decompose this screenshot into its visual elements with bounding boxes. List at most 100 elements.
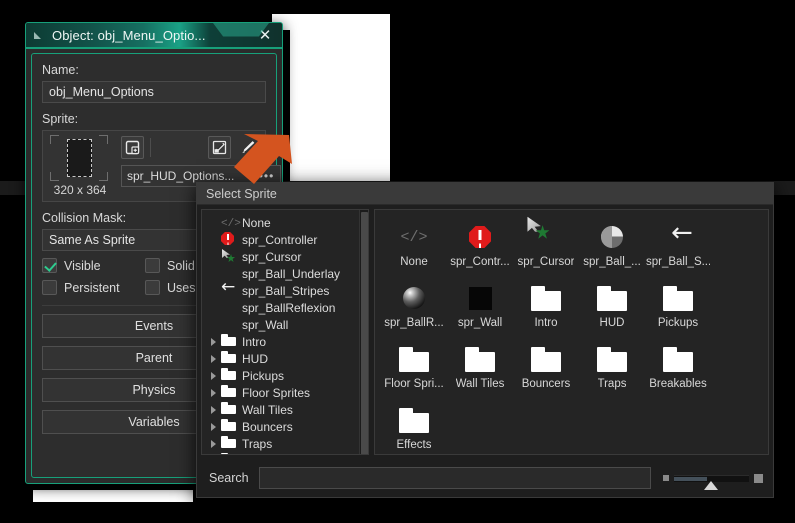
black-square-icon <box>468 286 492 310</box>
object-name-input[interactable]: obj_Menu_Options <box>42 81 266 103</box>
grid-item[interactable]: Pickups <box>645 279 711 340</box>
checkbox-persistent[interactable]: Persistent <box>42 280 145 295</box>
zoom-slider[interactable] <box>663 467 763 490</box>
edit-sprite-icon[interactable] <box>208 136 231 159</box>
zoom-slider-knob[interactable] <box>704 480 718 490</box>
name-field-label: Name: <box>42 63 79 77</box>
folder-icon <box>531 346 561 372</box>
tree-item-icon-slot <box>221 283 237 298</box>
chevron-right-icon[interactable] <box>208 367 221 384</box>
grid-item[interactable]: spr_BallR... <box>381 279 447 340</box>
grid-item-label: Floor Spri... <box>384 378 444 390</box>
tree-item-label: Traps <box>242 436 273 451</box>
folder-icon <box>399 407 429 433</box>
grid-item-label: Breakables <box>649 378 707 390</box>
grid-item-label: Bouncers <box>521 378 571 390</box>
tree-item[interactable]: Intro <box>202 333 368 350</box>
tree-item[interactable]: Breakables <box>202 452 368 455</box>
sprite-grid-pane: </> None spr_Contr... spr_Cursor spr_Ball_..… <box>374 209 769 455</box>
grid-item[interactable]: spr_Cursor <box>513 218 579 279</box>
tree-item-label: spr_Ball_Underlay <box>242 266 341 281</box>
checkbox-box[interactable] <box>145 258 160 273</box>
tree-item-icon-slot <box>221 232 237 247</box>
tree-item[interactable]: spr_Controller <box>202 231 368 248</box>
folder-icon <box>663 285 693 311</box>
tree-item[interactable]: HUD <box>202 350 368 367</box>
expand-triangle-icon[interactable] <box>34 31 44 41</box>
grid-item[interactable]: spr_Contr... <box>447 218 513 279</box>
tree-item[interactable]: spr_Wall <box>202 316 368 333</box>
chevron-right-icon[interactable] <box>208 333 221 350</box>
grid-item-label: Intro <box>534 317 558 329</box>
background-white-document-upper <box>272 14 390 30</box>
background-white-taskbar-strip <box>33 490 193 502</box>
chevron-right-icon[interactable] <box>208 350 221 367</box>
tree-item[interactable]: spr_Cursor <box>202 248 368 265</box>
grid-item[interactable]: Intro <box>513 279 579 340</box>
grid-item-icon-slot <box>596 344 628 374</box>
folder-icon <box>597 346 627 372</box>
tree-item[interactable]: Bouncers <box>202 418 368 435</box>
grid-item[interactable]: spr_Ball_... <box>579 218 645 279</box>
background-white-document <box>290 27 390 182</box>
tree-item[interactable]: spr_BallReflexion <box>202 299 368 316</box>
tree-item-label: HUD <box>242 351 268 366</box>
grid-item[interactable]: Breakables <box>645 340 711 401</box>
grid-item[interactable]: Floor Spri... <box>381 340 447 401</box>
grid-item-label: spr_Ball_... <box>583 256 641 268</box>
new-sprite-icon[interactable] <box>121 136 144 159</box>
chevron-right-icon[interactable] <box>208 418 221 435</box>
grid-item[interactable]: HUD <box>579 279 645 340</box>
grid-item-label: spr_Ball_S... <box>646 256 710 268</box>
grid-item-icon-slot <box>596 283 628 313</box>
paint-brush-icon[interactable] <box>236 136 259 159</box>
checkbox-label: Visible <box>64 258 101 273</box>
grid-item-label: Wall Tiles <box>455 378 505 390</box>
grid-item-label: Traps <box>597 378 627 390</box>
grid-item[interactable]: Traps <box>579 340 645 401</box>
tree-item-icon-slot <box>221 334 237 349</box>
checkbox-label: Persistent <box>64 280 120 295</box>
tree-scrollbar-thumb[interactable] <box>361 212 368 454</box>
checkbox-visible[interactable]: Visible <box>42 258 145 273</box>
chevron-right-icon[interactable] <box>208 452 221 454</box>
corner-bracket <box>50 172 59 181</box>
grid-item-label: spr_Contr... <box>450 256 510 268</box>
grid-item-label: Pickups <box>657 317 699 329</box>
sprite-grid: </> None spr_Contr... spr_Cursor spr_Ball_..… <box>381 218 762 454</box>
select-sprite-titlebar[interactable]: Select Sprite <box>197 183 773 205</box>
tree-item[interactable]: Wall Tiles <box>202 401 368 418</box>
grid-item[interactable]: Wall Tiles <box>447 340 513 401</box>
chevron-right-icon[interactable] <box>208 435 221 452</box>
chevron-right-icon[interactable] <box>208 401 221 418</box>
search-input[interactable] <box>258 467 651 489</box>
grid-item[interactable]: Bouncers <box>513 340 579 401</box>
tree-item[interactable]: Pickups <box>202 367 368 384</box>
zoom-slider-fill <box>674 476 707 481</box>
stop-sign-icon <box>469 226 491 248</box>
tree-item-label: spr_Wall <box>242 317 289 332</box>
grid-item[interactable]: spr_Ball_S... <box>645 218 711 279</box>
tree-item[interactable]: spr_Ball_Stripes <box>202 282 368 299</box>
grid-item[interactable]: spr_Wall <box>447 279 513 340</box>
tree-item[interactable]: Traps <box>202 435 368 452</box>
cursor-icon <box>526 217 567 258</box>
checkbox-box[interactable] <box>145 280 160 295</box>
checkbox-box[interactable] <box>42 280 57 295</box>
chevron-right-icon[interactable] <box>208 384 221 401</box>
folder-icon <box>597 285 627 311</box>
sprite-dimensions-label: 320 x 364 <box>53 183 107 197</box>
object-window-titlebar[interactable]: Object: obj_Menu_Optio... ✕ <box>26 23 282 49</box>
tree-scrollbar[interactable] <box>359 210 368 454</box>
tree-item[interactable]: </> None <box>202 214 368 231</box>
grid-item[interactable]: </> None <box>381 218 447 279</box>
grid-item[interactable]: Effects <box>381 401 447 454</box>
grid-item-label: None <box>400 256 428 268</box>
checkbox-box[interactable] <box>42 258 57 273</box>
zoom-slider-track[interactable] <box>674 474 749 490</box>
tree-item[interactable]: Floor Sprites <box>202 384 368 401</box>
grid-item-label: spr_BallR... <box>384 317 444 329</box>
tree-item-icon-slot <box>221 249 237 264</box>
search-label: Search <box>209 471 249 485</box>
